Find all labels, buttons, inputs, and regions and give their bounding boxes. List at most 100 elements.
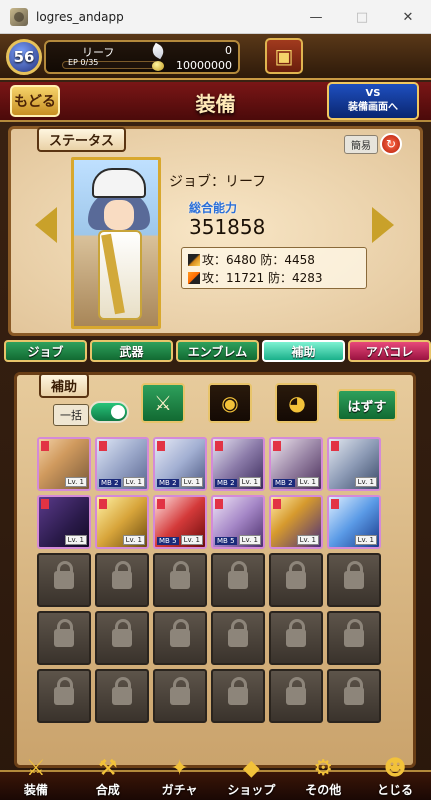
locked-slot[interactable] xyxy=(211,611,265,665)
filter-weapon-button[interactable]: ⚔ xyxy=(141,383,185,423)
support-card[interactable]: Lv. 1 xyxy=(327,437,381,491)
locked-slot[interactable] xyxy=(37,669,91,723)
filter-helmet-button[interactable]: ◕ xyxy=(275,383,319,423)
lock-icon xyxy=(286,619,306,647)
support-card[interactable]: Lv. 1 xyxy=(327,495,381,549)
bulk-label: 一括 xyxy=(53,404,89,426)
support-card[interactable]: MB 2 Lv. 1 xyxy=(95,437,149,491)
locked-slot[interactable] xyxy=(327,669,381,723)
lock-icon xyxy=(170,619,190,647)
nav-synthesis[interactable]: ⚒ 合成 xyxy=(72,756,144,800)
lock-icon xyxy=(112,561,132,589)
level-badge[interactable]: 56 xyxy=(6,39,42,75)
lock-icon xyxy=(344,677,364,705)
tab-weapon[interactable]: 武器 xyxy=(90,340,173,362)
support-card[interactable]: MB 5 Lv. 1 xyxy=(211,495,265,549)
bulk-toggle[interactable] xyxy=(89,401,129,423)
equipment-tabs: ジョブ 武器 エンブレム 補助 アバコレ xyxy=(4,340,431,364)
exp-text: EP 0/35 xyxy=(68,58,99,67)
back-button[interactable]: もどる xyxy=(10,85,60,117)
support-section-label: 補助 xyxy=(39,373,90,398)
locked-slot[interactable] xyxy=(153,669,207,723)
remove-button[interactable]: はずす xyxy=(337,389,397,421)
rarity-marker xyxy=(331,499,339,509)
card-mb-badge: MB 2 xyxy=(157,479,179,487)
book-icon: ▣ xyxy=(274,44,294,68)
support-card[interactable]: MB 2 Lv. 1 xyxy=(211,437,265,491)
menu-book-button[interactable]: ▣ xyxy=(265,38,303,74)
rarity-marker xyxy=(41,499,49,509)
support-card[interactable]: Lv. 1 xyxy=(37,437,91,491)
filter-armor-button[interactable]: ◉ xyxy=(208,383,252,423)
tab-support[interactable]: 補助 xyxy=(262,340,345,362)
refresh-icon[interactable]: ↻ xyxy=(380,133,402,155)
locked-slot[interactable] xyxy=(95,611,149,665)
vs-equipment-button[interactable]: VS 装備画面へ xyxy=(327,82,419,120)
locked-slot[interactable] xyxy=(153,553,207,607)
card-level: Lv. 1 xyxy=(238,535,261,545)
card-mb-badge: MB 2 xyxy=(215,479,237,487)
lock-icon xyxy=(286,561,306,589)
next-character-arrow[interactable] xyxy=(372,207,394,243)
feather-count: 0 xyxy=(225,44,232,57)
maximize-button[interactable]: □ xyxy=(339,0,385,34)
locked-slot[interactable] xyxy=(269,611,323,665)
stats-box: 攻：6480 防：4458 攻：11721 防：4283 xyxy=(181,247,367,289)
support-card[interactable]: MB 2 Lv. 1 xyxy=(269,437,323,491)
card-level: Lv. 1 xyxy=(296,477,319,487)
prev-character-arrow[interactable] xyxy=(35,207,57,243)
support-card[interactable]: Lv. 1 xyxy=(95,495,149,549)
vs-sublabel: 装備画面へ xyxy=(348,102,398,113)
rarity-marker xyxy=(215,499,223,509)
support-card[interactable]: MB 5 Lv. 1 xyxy=(153,495,207,549)
locked-slot[interactable] xyxy=(211,669,265,723)
locked-slot[interactable] xyxy=(327,553,381,607)
lock-icon xyxy=(344,561,364,589)
locked-slot[interactable] xyxy=(37,611,91,665)
locked-slot[interactable] xyxy=(153,611,207,665)
support-card[interactable]: Lv. 1 xyxy=(269,495,323,549)
status-section-label: ステータス xyxy=(37,127,127,152)
support-card[interactable]: MB 2 Lv. 1 xyxy=(153,437,207,491)
locked-slot[interactable] xyxy=(211,553,265,607)
support-card[interactable]: Lv. 1 xyxy=(37,495,91,549)
sword-icon: ⚔ xyxy=(154,391,172,415)
locked-slot[interactable] xyxy=(37,553,91,607)
simple-label: 簡易 xyxy=(344,134,378,154)
card-level: Lv. 1 xyxy=(180,535,203,545)
card-level: Lv. 1 xyxy=(354,535,377,545)
tab-avacolle[interactable]: アバコレ xyxy=(348,340,431,362)
locked-slot[interactable] xyxy=(269,669,323,723)
tab-emblem[interactable]: エンブレム xyxy=(176,340,259,362)
gear-icon: ⚙ xyxy=(313,755,334,781)
gold-icon xyxy=(152,61,164,71)
page-header: もどる 装備 VS 装備画面へ xyxy=(0,82,431,122)
nav-shop[interactable]: ◆ ショップ xyxy=(215,756,287,800)
tab-job[interactable]: ジョブ xyxy=(4,340,87,362)
nav-close[interactable]: ☻ とじる xyxy=(359,756,431,800)
lock-icon xyxy=(54,677,74,705)
nav-other[interactable]: ⚙ その他 xyxy=(287,756,359,800)
physical-stats: 攻：6480 防：4458 xyxy=(202,253,315,267)
nav-equip[interactable]: ⚔ 装備 xyxy=(0,756,72,800)
locked-slot[interactable] xyxy=(327,611,381,665)
locked-slot[interactable] xyxy=(269,553,323,607)
feather-icon xyxy=(149,42,167,60)
rarity-marker xyxy=(99,441,107,451)
helmet-icon: ◕ xyxy=(288,391,306,415)
minimize-button[interactable]: — xyxy=(293,0,339,34)
rarity-marker xyxy=(41,441,49,451)
locked-slot[interactable] xyxy=(95,553,149,607)
lock-icon xyxy=(112,677,132,705)
nav-gacha[interactable]: ✦ ガチャ xyxy=(144,756,216,800)
lock-icon xyxy=(228,561,248,589)
locked-slot[interactable] xyxy=(95,669,149,723)
support-panel: 補助 一括 ⚔ ◉ ◕ はずす Lv. 1 MB 2 Lv. 1 MB 2 Lv. 1M… xyxy=(14,372,416,768)
rarity-marker xyxy=(273,499,281,509)
rarity-marker xyxy=(99,499,107,509)
simple-view-toggle[interactable]: 簡易 ↻ xyxy=(344,133,406,155)
close-button[interactable]: ✕ xyxy=(385,0,431,34)
card-level: Lv. 1 xyxy=(122,477,145,487)
character-portrait[interactable] xyxy=(71,157,161,329)
gold-count: 10000000 xyxy=(176,59,232,72)
